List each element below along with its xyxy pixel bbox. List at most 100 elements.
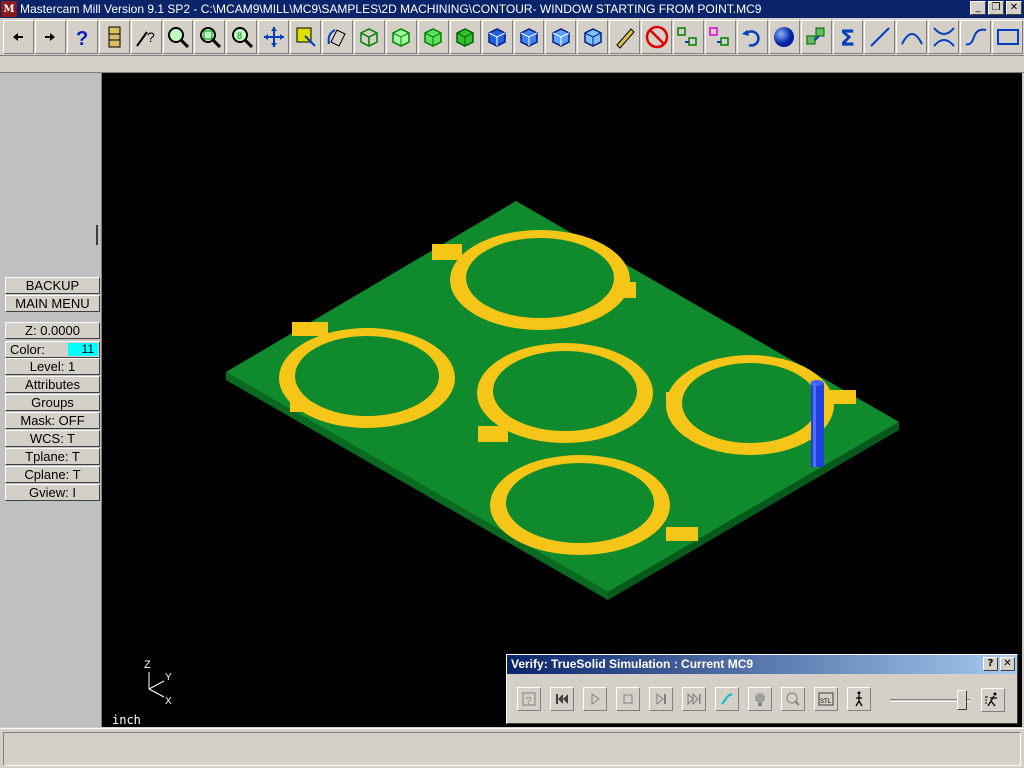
spline-button[interactable] bbox=[960, 19, 992, 54]
view-blue4-button[interactable] bbox=[577, 19, 609, 54]
verify-rewind-button[interactable] bbox=[550, 687, 574, 711]
spline-icon bbox=[965, 28, 986, 45]
window-title: Mastercam Mill Version 9.1 SP2 - C:\MCAM… bbox=[20, 2, 762, 16]
pan-button[interactable] bbox=[258, 19, 290, 54]
transform-color-button[interactable] bbox=[704, 19, 736, 54]
axis-triad bbox=[148, 672, 165, 698]
cube-blue1-icon bbox=[488, 27, 506, 47]
groups-button[interactable]: Groups bbox=[5, 394, 100, 411]
minimize-button[interactable]: _ bbox=[970, 1, 986, 15]
view-blue2-button[interactable] bbox=[513, 19, 545, 54]
svg-text:Σ: Σ bbox=[840, 27, 855, 50]
zoom-window-button[interactable] bbox=[162, 19, 194, 54]
verify-step-button[interactable] bbox=[649, 687, 673, 711]
shade-button[interactable] bbox=[768, 19, 800, 54]
view-green3-button[interactable] bbox=[449, 19, 481, 54]
line-button[interactable] bbox=[864, 19, 896, 54]
step-icon bbox=[656, 692, 666, 706]
cube-green3-icon bbox=[456, 27, 474, 47]
transform-button[interactable] bbox=[673, 19, 704, 54]
verify-stop-button[interactable] bbox=[616, 687, 640, 711]
main-toolbar: ? ? 8 Σ bbox=[0, 18, 1024, 56]
rectangle-button[interactable] bbox=[992, 19, 1023, 54]
pocket-center bbox=[477, 343, 653, 443]
tplane-button[interactable]: Tplane: T bbox=[5, 448, 100, 465]
fillet-button[interactable] bbox=[928, 19, 960, 54]
file-cabinet-button[interactable] bbox=[98, 19, 130, 54]
view-blue1-button[interactable] bbox=[481, 19, 513, 54]
pencil-button[interactable] bbox=[609, 19, 641, 54]
backup-button[interactable]: BACKUP bbox=[5, 277, 100, 294]
verify-title-bar[interactable]: Verify: TrueSolid Simulation : Current M… bbox=[507, 655, 1017, 674]
analyze-button[interactable]: ? bbox=[130, 19, 162, 54]
zoom-out-button[interactable] bbox=[194, 19, 226, 54]
app-icon[interactable]: M bbox=[1, 1, 17, 17]
rotate-button[interactable] bbox=[322, 19, 353, 54]
main-menu-button[interactable]: MAIN MENU bbox=[5, 295, 100, 312]
z-depth-button[interactable]: Z: 0.0000 bbox=[5, 322, 100, 339]
verify-dialog: Verify: TrueSolid Simulation : Current M… bbox=[506, 654, 1018, 724]
cube-blue3-icon bbox=[552, 27, 570, 47]
analyze-icon: ? bbox=[136, 29, 155, 47]
group-icon bbox=[806, 27, 825, 44]
svg-text:?: ? bbox=[526, 696, 532, 707]
color-swatch: 11 bbox=[68, 343, 98, 356]
wcs-button[interactable]: WCS: T bbox=[5, 430, 100, 447]
title-bar: M Mastercam Mill Version 9.1 SP2 - C:\MC… bbox=[0, 0, 1024, 18]
verify-help-button[interactable]: ? bbox=[983, 657, 998, 671]
verify-fast-forward-button[interactable] bbox=[682, 687, 706, 711]
cube-blue2-icon bbox=[520, 27, 538, 47]
view-blue3-button[interactable] bbox=[545, 19, 577, 54]
verify-walk-button[interactable] bbox=[847, 687, 871, 711]
verify-stl-button[interactable]: STL bbox=[814, 687, 838, 711]
forward-button[interactable] bbox=[34, 19, 66, 54]
transform-color-icon bbox=[709, 26, 730, 46]
level-button[interactable]: Level: 1 bbox=[5, 358, 100, 375]
speed-slider-thumb[interactable] bbox=[956, 690, 967, 710]
view-wire-button[interactable] bbox=[353, 19, 385, 54]
view-green1-button[interactable] bbox=[385, 19, 417, 54]
verify-toolbar: ? STL bbox=[517, 685, 880, 713]
verify-light-button[interactable] bbox=[748, 687, 772, 711]
verify-close-button[interactable]: ✕ bbox=[1000, 657, 1015, 671]
delete-button[interactable] bbox=[641, 19, 673, 54]
screen-fit-button[interactable] bbox=[290, 19, 322, 54]
speed-slider[interactable] bbox=[890, 690, 970, 710]
verify-title: Verify: TrueSolid Simulation : Current M… bbox=[511, 657, 754, 671]
restore-button[interactable]: ❐ bbox=[988, 1, 1004, 15]
fillet-icon bbox=[932, 26, 955, 47]
status-field bbox=[3, 732, 1021, 766]
stl-save-icon: STL bbox=[818, 692, 834, 706]
zoom-out-icon bbox=[199, 26, 221, 48]
verify-play-button[interactable] bbox=[583, 687, 607, 711]
walk-icon bbox=[855, 691, 863, 707]
zoom-dynamic-button[interactable]: 8 bbox=[226, 19, 258, 54]
rewind-icon bbox=[556, 694, 568, 704]
verify-tool-display-button[interactable] bbox=[715, 687, 739, 711]
zoom-part-icon bbox=[786, 692, 800, 706]
arc-button[interactable] bbox=[896, 19, 928, 54]
verify-options-button[interactable]: ? bbox=[517, 687, 541, 711]
cplane-button[interactable]: Cplane: T bbox=[5, 466, 100, 483]
verify-controls: ? ✕ bbox=[983, 657, 1015, 671]
close-button[interactable]: ✕ bbox=[1006, 1, 1022, 15]
view-green2-button[interactable] bbox=[417, 19, 449, 54]
fast-forward-icon bbox=[687, 692, 701, 706]
attributes-button[interactable]: Attributes bbox=[5, 376, 100, 393]
verify-run-button[interactable] bbox=[981, 688, 1005, 712]
prompt-bar bbox=[0, 57, 1024, 73]
graphics-viewport[interactable]: Z Y X inch bbox=[102, 73, 1022, 727]
back-button[interactable] bbox=[3, 19, 34, 54]
color-button[interactable]: Color: 11 bbox=[5, 341, 100, 358]
gview-button[interactable]: Gview: I bbox=[5, 484, 100, 501]
group-button[interactable] bbox=[800, 19, 832, 54]
line-icon bbox=[870, 26, 890, 47]
help-button[interactable]: ? bbox=[66, 19, 98, 54]
screen-fit-icon bbox=[296, 27, 316, 47]
panel-divider bbox=[96, 225, 98, 245]
verify-zoom-part-button[interactable] bbox=[781, 687, 805, 711]
sum-button[interactable]: Σ bbox=[832, 19, 864, 54]
stop-icon bbox=[623, 694, 633, 704]
mask-button[interactable]: Mask: OFF bbox=[5, 412, 100, 429]
undo-button[interactable] bbox=[736, 19, 768, 54]
